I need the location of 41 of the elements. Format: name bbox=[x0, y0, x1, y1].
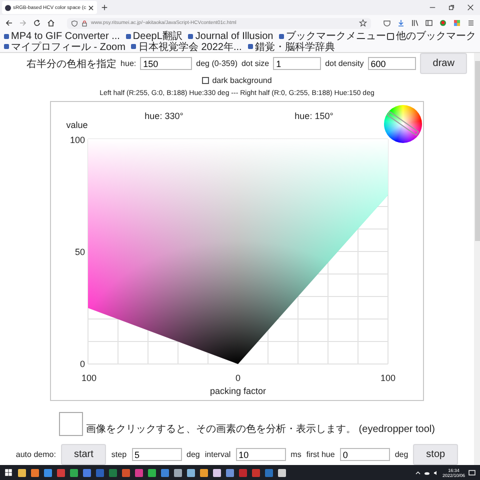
bookmark-link[interactable]: 日本視覚学会 2022年... bbox=[131, 42, 242, 52]
x-tick-label: 0 bbox=[236, 373, 240, 384]
step-label: step bbox=[111, 450, 127, 459]
eyedropper-instruction: 画像をクリックすると、その画素の色を分析・表示します。 (eyedropper tool) bbox=[86, 422, 435, 436]
other-bookmarks-link[interactable]: 他のブックマーク bbox=[387, 31, 476, 42]
interval-unit-label: ms bbox=[290, 450, 302, 459]
hue-label: hue: bbox=[120, 59, 136, 68]
left-hue-label: hue: 330° bbox=[144, 111, 184, 122]
dot-size-field[interactable]: 1 bbox=[273, 57, 322, 70]
step-field[interactable]: 5 bbox=[132, 448, 182, 461]
stop-button[interactable]: stop bbox=[413, 444, 458, 465]
bookmark-link[interactable]: マイプロフィール - Zoom bbox=[4, 42, 126, 52]
hue-instruction-label: 右半分の色相を指定 bbox=[26, 58, 117, 71]
x-axis-title: packing factor bbox=[210, 386, 266, 396]
hue-field[interactable]: 150 bbox=[140, 57, 192, 70]
dot-density-field[interactable]: 600 bbox=[368, 57, 416, 70]
interval-label: interval bbox=[204, 450, 231, 459]
bookmark-link[interactable]: Journal of Illusion bbox=[188, 31, 274, 42]
y-axis-title: value bbox=[66, 120, 88, 130]
dot-density-label: dot density bbox=[325, 59, 364, 68]
first-hue-field[interactable]: 0 bbox=[340, 448, 390, 461]
first-hue-label: first hue bbox=[306, 450, 335, 459]
bookmark-link[interactable]: 錯覚・脳科学辞典 bbox=[248, 42, 335, 52]
hue-unit-label: deg (0-359) bbox=[196, 59, 238, 68]
y-tick-label: 100 bbox=[70, 135, 85, 146]
first-hue-unit-label: deg bbox=[394, 450, 408, 459]
y-tick-label: 0 bbox=[80, 359, 85, 370]
interval-field[interactable]: 10 bbox=[236, 448, 286, 461]
dot-size-label: dot size bbox=[241, 59, 270, 68]
auto-demo-label: auto demo: bbox=[16, 450, 56, 459]
bookmark-link[interactable]: DeepL翻訳 bbox=[126, 31, 182, 42]
bookmark-link[interactable]: ブックマークメニュー bbox=[279, 31, 386, 42]
x-tick-label: 100 bbox=[380, 373, 396, 384]
dark-background-label: dark background bbox=[212, 76, 272, 86]
bookmark-link[interactable]: MP4 to GIF Converter ... bbox=[4, 31, 120, 42]
step-unit-label: deg bbox=[186, 450, 200, 459]
start-button[interactable]: start bbox=[60, 444, 106, 465]
y-tick-label: 50 bbox=[74, 247, 85, 258]
x-tick-label: 100 bbox=[81, 373, 97, 384]
draw-button[interactable]: draw bbox=[420, 53, 468, 74]
right-hue-label: hue: 150° bbox=[294, 111, 334, 122]
